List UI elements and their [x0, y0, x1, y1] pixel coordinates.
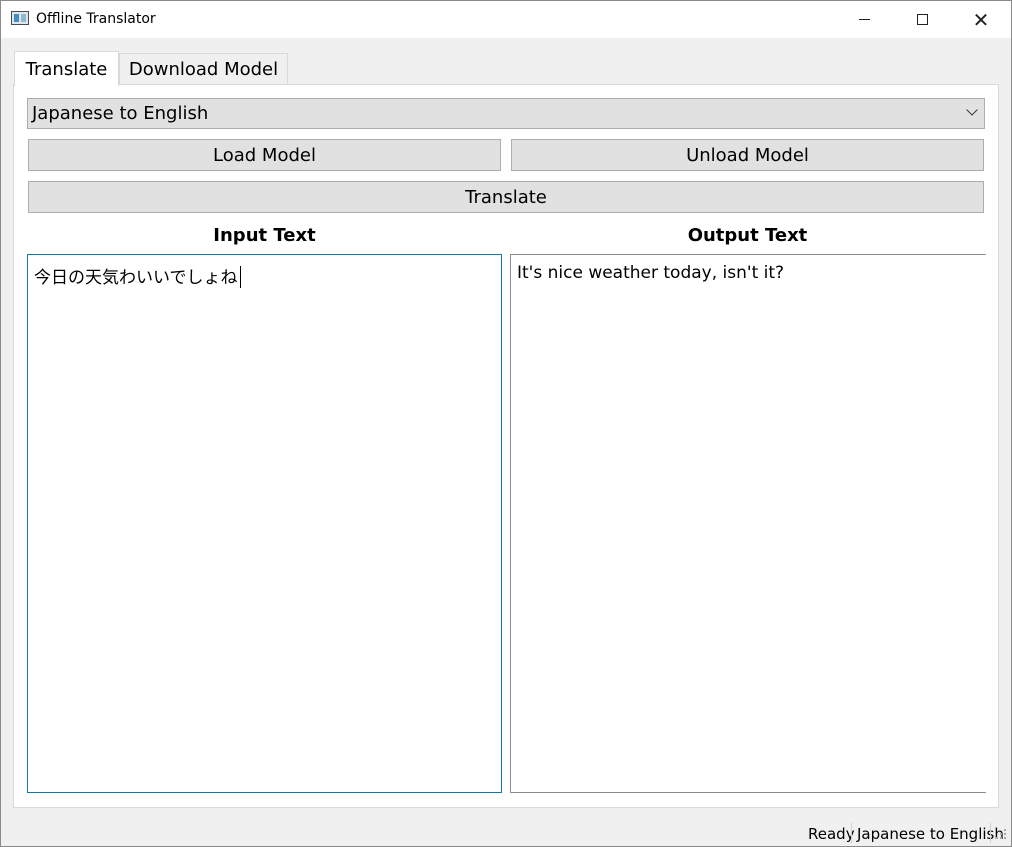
window-title: Offline Translator — [36, 11, 156, 27]
status-language-pair: Japanese to English — [857, 825, 1004, 843]
maximize-icon — [916, 14, 928, 25]
maximize-button[interactable] — [893, 1, 951, 38]
minimize-icon — [858, 19, 870, 20]
chevron-down-icon — [966, 104, 978, 116]
input-text-content: 今日の天気わいいでしょね — [34, 263, 241, 288]
input-text-value: 今日の天気わいいでしょね — [34, 268, 238, 288]
input-text-label: Input Text — [213, 225, 316, 246]
output-text-label: Output Text — [687, 225, 808, 246]
unload-model-button[interactable]: Unload Model — [511, 139, 984, 171]
tab-translate[interactable]: Translate — [14, 51, 119, 86]
output-text-area[interactable]: It's nice weather today, isn't it? — [510, 254, 986, 793]
tab-download-model[interactable]: Download Model — [119, 53, 288, 85]
text-caret — [239, 266, 241, 288]
load-model-button[interactable]: Load Model — [28, 139, 501, 171]
close-icon: ✕ — [972, 7, 990, 32]
input-text-area[interactable]: 今日の天気わいいでしょね — [27, 254, 502, 793]
language-pair-value: Japanese to English — [32, 103, 209, 124]
resize-grip-icon[interactable] — [994, 829, 1008, 843]
close-button[interactable]: ✕ — [952, 1, 1010, 38]
minimize-button[interactable] — [835, 1, 893, 38]
status-divider — [990, 823, 991, 843]
title-bar[interactable]: Offline Translator ✕ — [1, 1, 1011, 38]
app-window: Offline Translator ✕ Translate Download … — [0, 0, 1012, 847]
language-pair-select[interactable]: Japanese to English — [27, 98, 985, 129]
status-divider — [851, 823, 852, 843]
app-icon — [11, 11, 29, 25]
status-state: Ready — [808, 825, 855, 843]
output-text-value: It's nice weather today, isn't it? — [517, 263, 785, 283]
translate-button[interactable]: Translate — [28, 181, 984, 213]
status-bar: Ready Japanese to English — [1, 819, 1011, 847]
